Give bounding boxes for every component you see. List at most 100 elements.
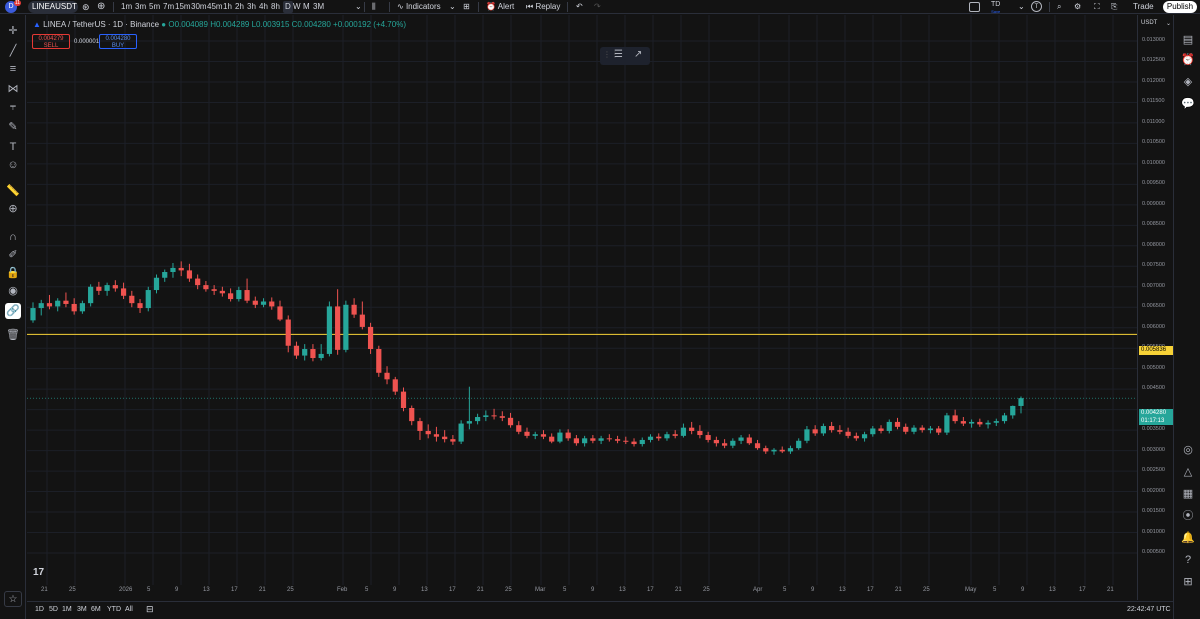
user-menu[interactable]: TD Save — [991, 1, 1000, 14]
price-label: 0.005000 — [1142, 364, 1165, 371]
interval-2h[interactable]: 2h — [235, 1, 244, 13]
settings-icon[interactable]: ⚙ — [1074, 1, 1081, 13]
candle-body — [829, 426, 835, 431]
redo-icon[interactable]: ↷ — [594, 1, 601, 13]
help-icon[interactable]: ? — [1180, 552, 1196, 568]
price-axis[interactable]: USDT ⌄ 0.013000 0.012500 0.012000 0.011500 0.… — [1137, 15, 1173, 600]
lock-icon[interactable]: 🔒 — [5, 265, 21, 281]
candlestick-chart[interactable] — [27, 15, 1137, 600]
range-6M[interactable]: 6M — [91, 606, 101, 613]
snapshot-icon[interactable]: ⎘ — [1111, 1, 1117, 13]
clock[interactable]: 22:42:47 UTC — [1127, 606, 1171, 613]
fullscreen-icon[interactable]: ⛶ — [1094, 1, 1100, 13]
crosshair-icon[interactable]: ✛ — [5, 23, 21, 39]
interval-45m[interactable]: 45m — [207, 1, 223, 13]
indicators-dropdown-icon[interactable]: ⌄ — [449, 1, 456, 13]
apps-icon[interactable]: ⊞ — [1180, 574, 1196, 590]
candle-body — [236, 290, 242, 300]
chat-icon[interactable]: 💬 — [1180, 96, 1196, 112]
replay-button[interactable]: ⏮ Replay — [526, 1, 560, 13]
chart-type-candles-icon[interactable]: ⫼ — [372, 1, 376, 13]
fullscreen-layout-icon[interactable] — [969, 2, 980, 12]
trash-icon[interactable]: 🗑 — [5, 327, 21, 343]
ruler-icon[interactable]: 📏 — [5, 183, 21, 199]
interval-30m[interactable]: 30m — [191, 1, 207, 13]
currency-select[interactable]: USDT ⌄ — [1141, 20, 1171, 27]
interval-M[interactable]: M — [303, 1, 310, 13]
indicators-button[interactable]: ∿ Indicators — [397, 1, 441, 13]
time-label: 25 — [703, 587, 710, 593]
tradingview-logo[interactable]: 17 — [33, 567, 44, 578]
trade-button[interactable]: Trade — [1133, 1, 1154, 13]
alerts-icon[interactable]: ⏰ — [1180, 52, 1196, 68]
range-1D[interactable]: 1D — [35, 606, 44, 613]
interval-W[interactable]: W — [293, 1, 301, 13]
buy-button[interactable]: 0.004280 BUY — [99, 34, 137, 49]
interval-dropdown-icon[interactable]: ⌄ — [355, 1, 362, 13]
interval-1h[interactable]: 1h — [223, 1, 232, 13]
range-1M[interactable]: 1M — [62, 606, 72, 613]
trendline-icon[interactable]: ╱ — [5, 43, 21, 59]
candle-body — [516, 425, 522, 432]
emoji-icon[interactable]: ☺ — [5, 157, 21, 173]
candle — [582, 435, 588, 447]
target-icon[interactable]: ◎ — [1180, 442, 1196, 458]
lock-drawings-icon[interactable]: ✐ — [5, 247, 21, 263]
interval-D[interactable]: D — [283, 1, 293, 13]
interval-7m[interactable]: 7m — [163, 1, 174, 13]
goto-date-icon[interactable]: ⊟ — [146, 604, 154, 615]
pattern-icon[interactable]: ⋈ — [5, 81, 21, 97]
publish-button[interactable]: Publish — [1163, 1, 1197, 13]
notifications-icon[interactable]: 🔔 — [1180, 530, 1196, 546]
projection-icon[interactable]: ⫧ — [5, 99, 21, 115]
line-style-icon[interactable]: ☰ — [614, 49, 623, 60]
price-label: 0.013000 — [1142, 37, 1165, 43]
candle-body — [969, 421, 975, 424]
sell-button[interactable]: 0.004279 SELL — [32, 34, 70, 49]
time-axis[interactable]: 21 25 2026 5 9 13 17 21 25 Feb 5 9 13 17 21 25 Mar 5 9 13 17… — [27, 585, 1137, 600]
alert-button[interactable]: ⏰ Alert — [486, 1, 514, 13]
favorites-star-icon[interactable]: ☆ — [4, 591, 22, 607]
range-YTD[interactable]: YTD — [107, 606, 121, 613]
search-icon[interactable]: ⌕ — [1057, 1, 1061, 13]
watchlist-icon[interactable]: ▤ — [1180, 32, 1196, 48]
candle-body — [722, 443, 728, 446]
interval-1m[interactable]: 1m — [121, 1, 132, 13]
symbol-info-icon[interactable]: ⊛ — [82, 1, 90, 13]
magnet-icon[interactable]: ∩ — [5, 229, 21, 245]
range-5D[interactable]: 5D — [49, 606, 58, 613]
range-All[interactable]: All — [125, 606, 133, 613]
trading-panel-icon[interactable]: T — [1031, 1, 1042, 12]
compare-symbol-icon[interactable]: ⊕ — [97, 1, 105, 13]
streams-icon[interactable]: ⦿ — [1180, 508, 1196, 524]
interval-8h[interactable]: 8h — [271, 1, 280, 13]
time-label: Feb — [337, 587, 348, 593]
fib-icon[interactable]: ≡ — [5, 61, 21, 77]
interval-3h[interactable]: 3h — [247, 1, 256, 13]
candle — [738, 435, 744, 445]
undo-icon[interactable]: ↶ — [576, 1, 583, 13]
range-3M[interactable]: 3M — [77, 606, 87, 613]
curve-tool-icon[interactable]: ↗ — [634, 49, 642, 60]
symbol-search[interactable]: LINEAUSDT — [28, 1, 78, 13]
candle-body — [763, 448, 769, 452]
link-icon[interactable]: 🔗 — [5, 303, 21, 319]
interval-3m[interactable]: 3m — [135, 1, 146, 13]
layout-dropdown-icon[interactable]: ⌄ — [1018, 1, 1025, 13]
ideas-icon[interactable]: △ — [1180, 464, 1196, 480]
interval-5m[interactable]: 5m — [149, 1, 160, 13]
zoom-icon[interactable]: ⊕ — [5, 201, 21, 217]
interval-4h[interactable]: 4h — [259, 1, 268, 13]
time-label: 13 — [619, 587, 626, 593]
layers-icon[interactable]: ◈ — [1180, 74, 1196, 90]
calendar-icon[interactable]: ▦ — [1180, 486, 1196, 502]
templates-icon[interactable]: ⊞ — [463, 1, 470, 13]
candle-body — [442, 436, 448, 440]
text-icon[interactable]: T — [5, 139, 21, 155]
eye-icon[interactable]: ◉ — [5, 283, 21, 299]
time-label: 25 — [287, 587, 294, 593]
brush-icon[interactable]: ✎ — [5, 119, 21, 135]
interval-15m[interactable]: 15m — [175, 1, 191, 13]
chart-pane[interactable] — [27, 15, 1137, 600]
interval-3M[interactable]: 3M — [313, 1, 324, 13]
